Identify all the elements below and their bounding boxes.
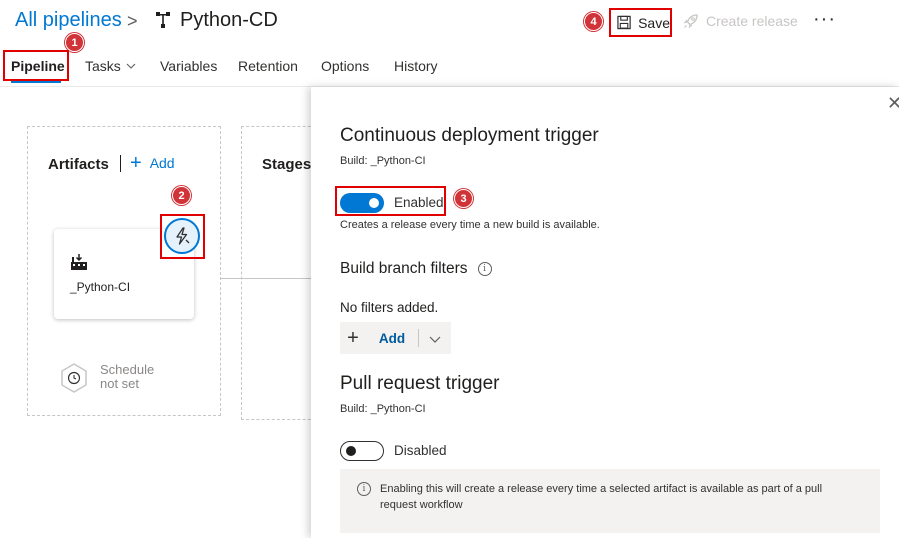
tab-history[interactable]: History: [394, 58, 438, 74]
pr-trigger-build: Build: _Python-CI: [340, 403, 426, 415]
cd-trigger-title: Continuous deployment trigger: [340, 125, 599, 146]
build-branch-filters-title: Build branch filters i: [340, 260, 492, 278]
tab-pipeline[interactable]: Pipeline: [11, 58, 65, 74]
floppy-disk-icon: [617, 15, 631, 30]
artifact-name: _Python-CI: [70, 280, 131, 294]
add-artifact-button[interactable]: + Add: [130, 152, 175, 174]
save-label: Save: [638, 14, 670, 31]
schedule-line-1: Schedule: [100, 362, 155, 377]
info-icon: i: [357, 482, 371, 496]
active-tab-indicator: [11, 81, 61, 83]
tab-options[interactable]: Options: [321, 58, 369, 74]
schedule-icon[interactable]: [58, 362, 90, 394]
annotation-badge-4: 4: [584, 12, 603, 31]
pipeline-icon: [156, 12, 170, 28]
tab-tasks[interactable]: Tasks: [85, 58, 136, 74]
pr-info-box: i Enabling this will create a release ev…: [340, 469, 880, 533]
stages-title: Stages: [262, 156, 312, 173]
pipeline-name: Python-CD: [180, 9, 278, 31]
chevron-down-icon: [126, 63, 136, 69]
rocket-icon: [683, 14, 698, 29]
save-button[interactable]: Save: [609, 8, 672, 37]
lightning-icon: [176, 227, 190, 245]
pr-info-text: Enabling this will create a release ever…: [380, 483, 823, 511]
breadcrumb-separator: >: [127, 11, 138, 31]
trigger-settings-panel: ✕ Continuous deployment trigger Build: _…: [311, 87, 899, 538]
schedule-status: Schedule not set: [100, 363, 154, 391]
annotation-badge-2: 2: [172, 186, 191, 205]
continuous-deployment-trigger-button[interactable]: [164, 218, 200, 254]
add-artifact-label: Add: [149, 155, 175, 171]
tab-tasks-label: Tasks: [85, 58, 121, 74]
plus-icon: +: [130, 152, 142, 174]
tab-retention[interactable]: Retention: [238, 58, 298, 74]
cd-trigger-toggle-label: Enabled: [394, 195, 444, 210]
breadcrumb-all-pipelines[interactable]: All pipelines: [15, 9, 122, 32]
chevron-down-icon[interactable]: [419, 331, 451, 346]
artifacts-title-separator: [120, 155, 121, 172]
plus-icon: +: [347, 326, 359, 349]
info-icon[interactable]: i: [477, 262, 492, 276]
schedule-line-2: not set: [100, 376, 140, 391]
add-filter-button[interactable]: + Add: [340, 322, 451, 354]
cd-trigger-build: Build: _Python-CI: [340, 155, 426, 167]
cd-trigger-description: Creates a release every time a new build…: [340, 219, 600, 231]
artifact-stage-connector: [221, 278, 311, 279]
create-release-button[interactable]: Create release: [683, 13, 798, 29]
no-filters-text: No filters added.: [340, 300, 439, 315]
more-options-button[interactable]: ···: [813, 8, 836, 31]
build-branch-filters-label: Build branch filters: [340, 260, 468, 277]
artifacts-title: Artifacts: [48, 156, 109, 173]
pr-trigger-title: Pull request trigger: [340, 373, 500, 394]
pr-trigger-toggle[interactable]: [340, 441, 384, 461]
cd-trigger-toggle[interactable]: [340, 193, 384, 213]
annotation-badge-3: 3: [454, 189, 473, 208]
add-filter-label: Add: [378, 330, 406, 346]
tab-variables[interactable]: Variables: [160, 58, 217, 74]
create-release-label: Create release: [706, 13, 798, 29]
pr-trigger-toggle-label: Disabled: [394, 443, 447, 458]
close-icon[interactable]: ✕: [887, 93, 899, 114]
build-artifact-icon: [71, 254, 87, 270]
